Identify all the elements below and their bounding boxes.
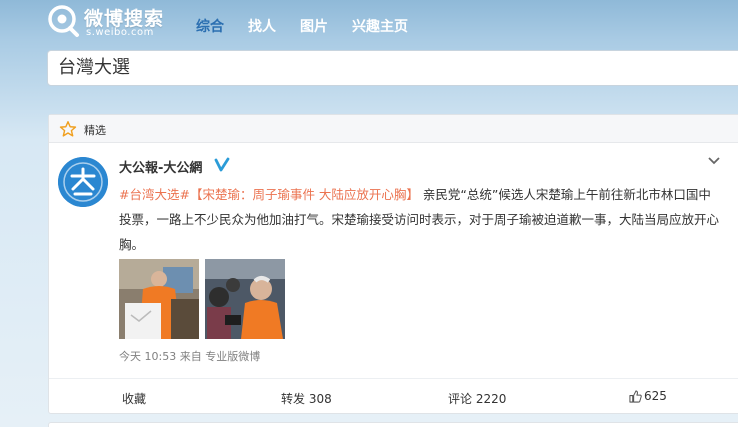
like-button[interactable]: 625 <box>629 389 667 403</box>
search-input[interactable]: 台灣大選 <box>47 50 738 86</box>
search-nav: 综合 找人 图片 兴趣主页 <box>196 16 432 36</box>
weibo-search-logo[interactable]: 微博搜索 s.weibo.com <box>46 2 171 42</box>
hashtag-link[interactable]: #台湾大选# <box>119 187 190 202</box>
post-headline: 【宋楚瑜：周子瑜事件 大陆应放开心胸】 <box>189 187 419 202</box>
forward-button[interactable]: 转发 308 <box>281 390 332 407</box>
post-text: #台湾大选#【宋楚瑜：周子瑜事件 大陆应放开心胸】 亲民党“总统”候选人宋楚瑜上… <box>119 182 719 257</box>
post-time[interactable]: 今天 10:53 <box>119 350 176 363</box>
nav-tab-people[interactable]: 找人 <box>248 16 276 36</box>
post-actions: 收藏 转发 308 评论 2220 625 <box>49 378 738 414</box>
voting-photo-icon <box>119 259 199 339</box>
chevron-down-icon[interactable] <box>707 155 721 167</box>
post-photo-2[interactable] <box>205 259 285 339</box>
post-author-name[interactable]: 大公報-大公網 <box>119 157 202 176</box>
nav-tab-all[interactable]: 综合 <box>196 16 224 36</box>
comment-button[interactable]: 评论 2220 <box>448 390 506 407</box>
post-source-link[interactable]: 专业版微博 <box>205 350 260 363</box>
post-from-label: 来自 <box>179 350 202 363</box>
crowd-photo-icon <box>205 259 285 339</box>
post-meta: 今天 10:53 来自 专业版微博 <box>119 348 260 364</box>
weibo-post-card: 精选 大公報-大公網 #台湾大选#【宋楚瑜：周子瑜事件 大陆应放开心胸】 亲民党… <box>48 114 738 414</box>
favorite-button[interactable]: 收藏 <box>122 390 146 407</box>
featured-label: 精选 <box>84 124 106 137</box>
logo-subtitle: s.weibo.com <box>86 27 154 38</box>
thumbs-up-icon <box>629 389 642 403</box>
nav-tab-interest-pages[interactable]: 兴趣主页 <box>352 16 408 36</box>
like-count: 625 <box>644 389 667 403</box>
avatar-logo-icon <box>58 157 108 207</box>
card-header: 精选 <box>49 115 738 143</box>
star-icon <box>59 121 77 137</box>
avatar[interactable] <box>58 157 108 207</box>
weibo-logo-icon <box>48 5 79 37</box>
nav-tab-images[interactable]: 图片 <box>300 16 328 36</box>
top-bar: 微博搜索 s.weibo.com 综合 找人 图片 兴趣主页 <box>0 0 738 48</box>
post-photo-1[interactable] <box>119 259 199 339</box>
verified-badge-icon[interactable] <box>214 157 230 173</box>
next-card <box>48 422 738 427</box>
